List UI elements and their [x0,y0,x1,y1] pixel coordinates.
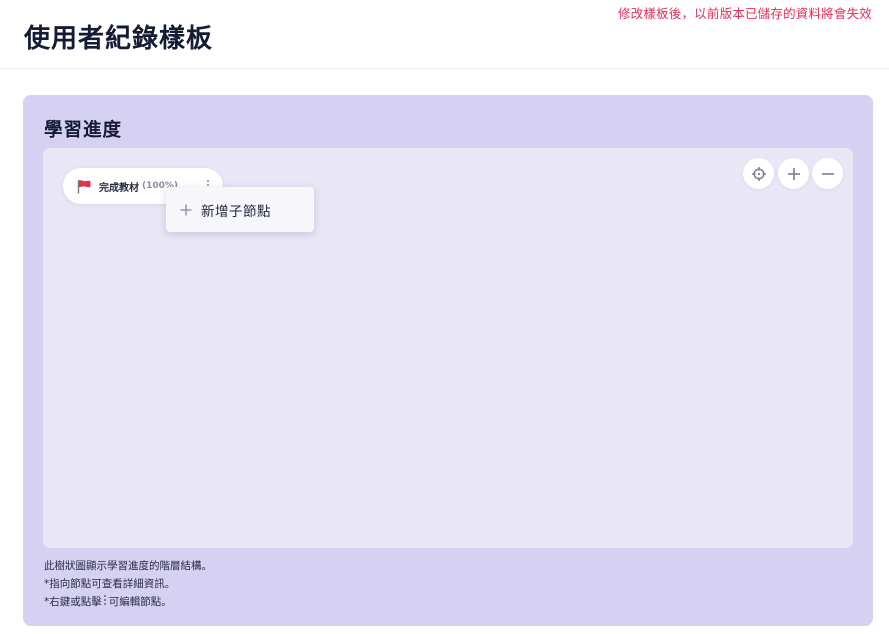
card-title: 學習進度 [44,120,123,141]
zoom-in-button[interactable] [778,158,809,189]
zoom-out-button[interactable] [812,158,843,189]
node-label: 完成教材 [99,182,139,194]
tree-canvas[interactable]: 完成教材 (100%) 新增子節點 [43,148,853,548]
add-child-node-menu-item[interactable]: 新增子節點 [180,187,314,232]
flag-icon [76,179,92,194]
crosshair-icon [751,166,766,181]
add-child-node-label: 新增子節點 [201,203,271,220]
note-line-2: *指向節點可查看詳細資訊。 [44,578,176,590]
center-view-button[interactable] [743,158,774,189]
note-line-3: *右鍵或點擊 可編輯節點。 [44,593,212,611]
plus-icon [180,204,192,216]
template-warning: 修改樣板後，以前版本已儲存的資料將會失效 [617,6,872,21]
plus-icon [787,167,800,180]
learning-progress-card: 學習進度 完成教材 (100%) 新增子節點 此樹狀圖顯示學習進度的階層結構。 … [23,95,873,626]
note-line-3-pre: *右鍵或點擊 [44,596,102,608]
help-notes: 此樹狀圖顯示學習進度的階層結構。 *指向節點可查看詳細資訊。 *右鍵或點擊 可編輯… [44,557,212,611]
context-menu: 新增子節點 [166,187,314,232]
note-line-3-post: 可編輯節點。 [108,596,172,608]
note-line-1: 此樹狀圖顯示學習進度的階層結構。 [44,560,212,572]
page-title: 使用者紀錄樣板 [24,24,214,54]
kebab-icon [103,595,107,606]
minus-icon [821,172,834,175]
